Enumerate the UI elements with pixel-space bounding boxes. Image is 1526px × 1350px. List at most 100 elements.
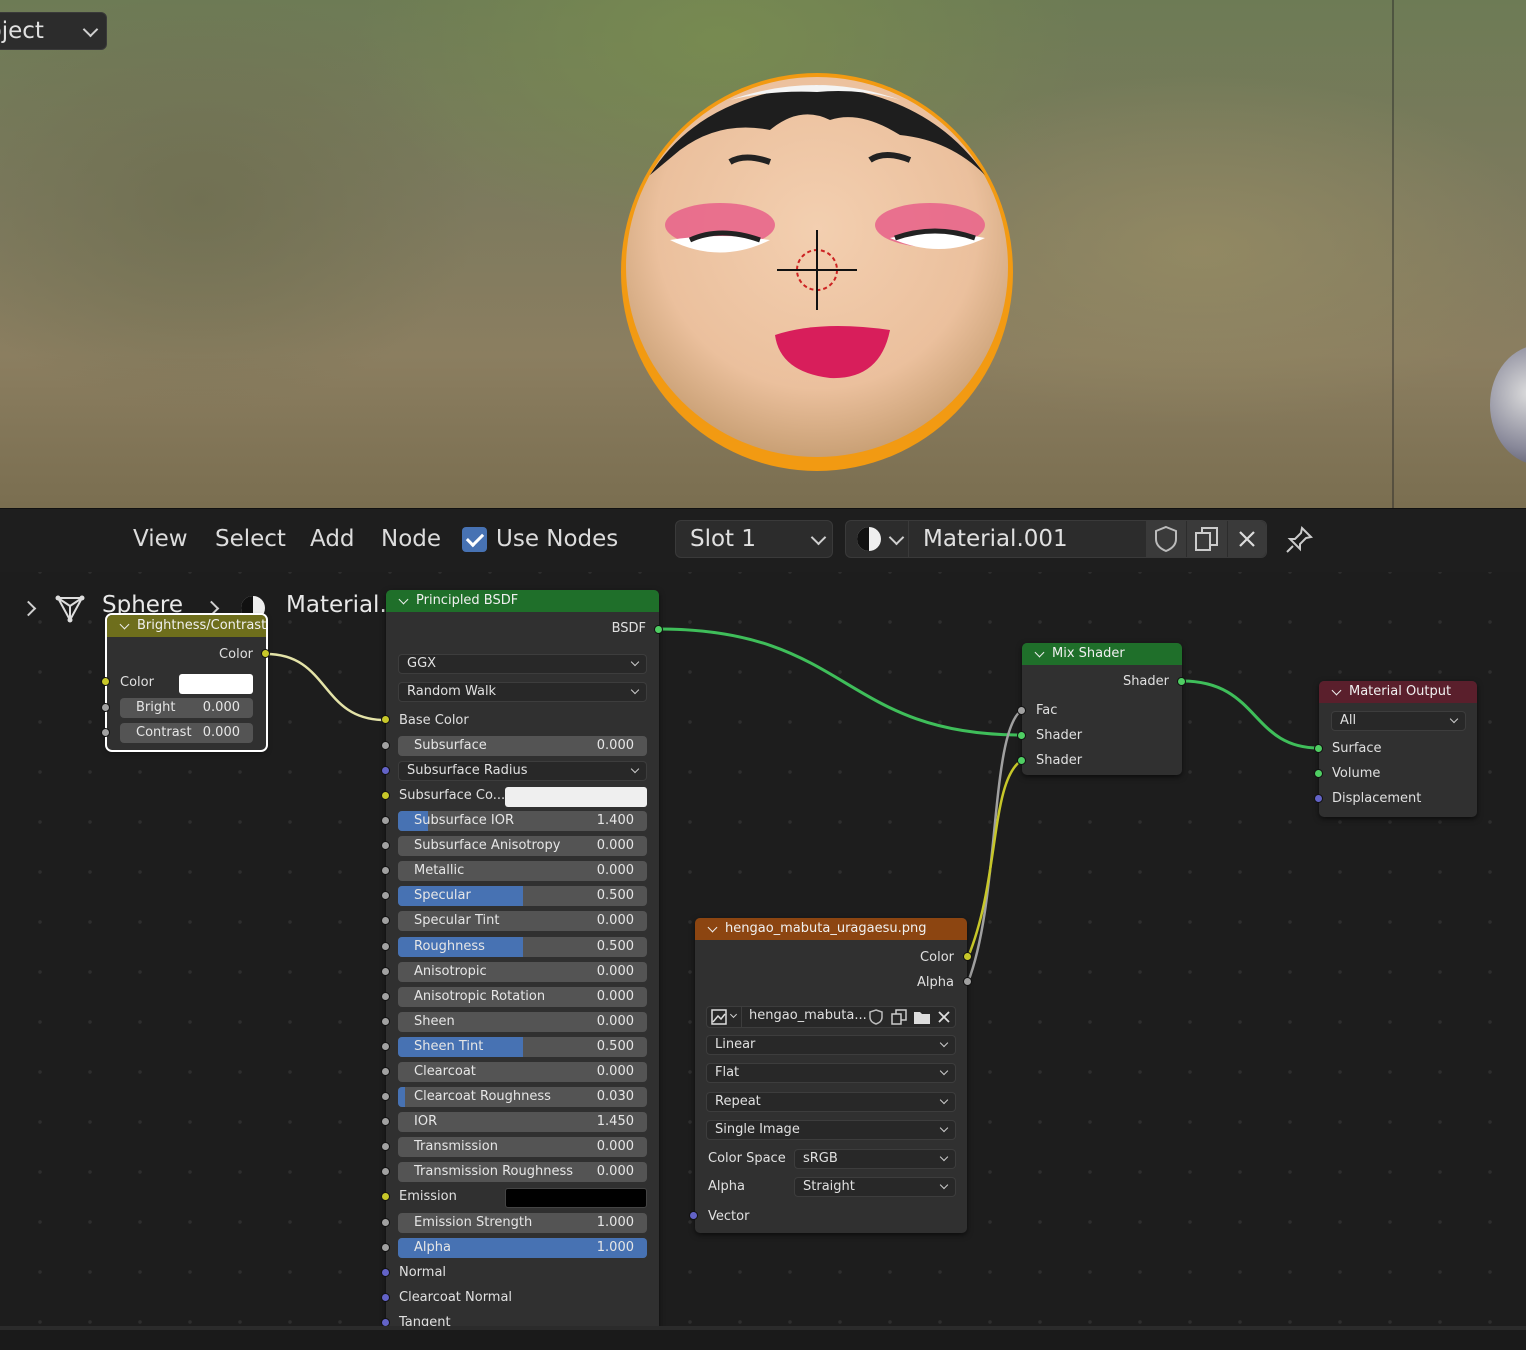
socket-input-fac[interactable] (1017, 706, 1026, 715)
field-roughness[interactable]: Roughness 0.500 (398, 937, 647, 957)
principled-input-socket[interactable] (381, 1243, 390, 1252)
projection-dropdown[interactable]: Flat (706, 1063, 956, 1083)
fake-user-button[interactable] (1146, 521, 1186, 557)
node-header[interactable]: Mix Shader (1022, 643, 1182, 665)
field-clearcoat-roughness[interactable]: Clearcoat Roughness 0.030 (398, 1087, 647, 1107)
sphere-object[interactable] (0, 0, 1526, 508)
close-icon[interactable] (936, 1009, 952, 1025)
3d-viewport[interactable] (0, 0, 1526, 508)
menu-node[interactable]: Node (381, 524, 441, 554)
principled-input-socket[interactable] (381, 992, 390, 1001)
field-sheen-tint[interactable]: Sheen Tint 0.500 (398, 1037, 647, 1057)
socket-output-bsdf[interactable] (654, 625, 663, 634)
socket-input-color[interactable] (101, 677, 110, 686)
principled-input-socket[interactable] (381, 841, 390, 850)
socket-output-alpha[interactable] (963, 977, 972, 986)
field-subsurface-ior[interactable]: Subsurface IOR 1.400 (398, 811, 647, 831)
subsurface-radius-dropdown[interactable]: Subsurface Radius (398, 761, 647, 781)
browse-image-button[interactable] (707, 1007, 742, 1027)
socket-output-shader[interactable] (1177, 677, 1186, 686)
node-header[interactable]: Principled BSDF (386, 590, 659, 612)
principled-input-socket[interactable] (381, 741, 390, 750)
material-output-node[interactable]: Material Output All Surface Volume Displ… (1319, 681, 1477, 817)
principled-input-socket[interactable] (381, 1142, 390, 1151)
collapse-icon[interactable] (398, 594, 409, 605)
mode-dropdown[interactable]: Object (0, 12, 107, 50)
collapse-icon[interactable] (119, 619, 130, 630)
principled-input-socket[interactable] (381, 766, 390, 775)
shield-icon[interactable] (867, 1008, 885, 1026)
menu-view[interactable]: View (133, 524, 188, 554)
source-dropdown[interactable]: Single Image (706, 1120, 956, 1140)
folder-icon[interactable] (913, 1008, 931, 1026)
field-clearcoat[interactable]: Clearcoat 0.000 (398, 1062, 647, 1082)
alpha-mode-dropdown[interactable]: Straight (794, 1177, 956, 1197)
socket-output-color[interactable] (963, 952, 972, 961)
principled-input-socket[interactable] (381, 1117, 390, 1126)
menu-select[interactable]: Select (215, 524, 286, 554)
principled-input-socket[interactable] (381, 1167, 390, 1176)
principled-input-socket[interactable] (381, 1218, 390, 1227)
collapse-icon[interactable] (1034, 647, 1045, 658)
principled-input-socket[interactable] (381, 1092, 390, 1101)
field-specular-tint[interactable]: Specular Tint 0.000 (398, 911, 647, 931)
principled-input-socket[interactable] (381, 715, 390, 724)
subsurface-method-dropdown[interactable]: Random Walk (398, 682, 647, 702)
principled-input-socket[interactable] (381, 1268, 390, 1277)
browse-material-button[interactable] (846, 521, 909, 557)
image-name-field[interactable]: hengao_mabuta... (749, 1008, 867, 1023)
socket-input-volume[interactable] (1314, 769, 1323, 778)
principled-input-socket[interactable] (381, 1067, 390, 1076)
target-dropdown[interactable]: All (1331, 711, 1466, 731)
image-texture-node[interactable]: hengao_mabuta_uragaesu.png Color Alpha h… (695, 918, 967, 1233)
field-subsurface[interactable]: Subsurface 0.000 (398, 736, 647, 756)
pin-icon[interactable] (1284, 525, 1314, 555)
principled-input-socket[interactable] (381, 942, 390, 951)
field-anisotropic[interactable]: Anisotropic 0.000 (398, 962, 647, 982)
principled-input-socket[interactable] (381, 791, 390, 800)
subsurface-color-swatch[interactable] (505, 787, 647, 807)
brightness-contrast-node[interactable]: Brightness/Contrast Color Color Bright 0.… (105, 613, 268, 752)
principled-input-socket[interactable] (381, 1042, 390, 1051)
field-sheen[interactable]: Sheen 0.000 (398, 1012, 647, 1032)
menu-add[interactable]: Add (310, 524, 355, 554)
field-subsurface-anisotropy[interactable]: Subsurface Anisotropy 0.000 (398, 836, 647, 856)
socket-input-vector[interactable] (689, 1211, 698, 1220)
node-header[interactable]: Brightness/Contrast (107, 615, 266, 637)
bright-field[interactable]: Bright 0.000 (120, 698, 253, 718)
socket-input-surface[interactable] (1314, 744, 1323, 753)
principled-input-socket[interactable] (381, 916, 390, 925)
principled-bsdf-node[interactable]: Principled BSDF BSDF GGX Random Walk Bas… (386, 590, 659, 1332)
principled-input-socket[interactable] (381, 866, 390, 875)
field-ior[interactable]: IOR 1.450 (398, 1112, 647, 1132)
socket-input-shader2[interactable] (1017, 756, 1026, 765)
color-swatch[interactable] (179, 674, 253, 694)
collapse-icon[interactable] (707, 922, 718, 933)
emission-color-swatch[interactable] (505, 1188, 647, 1208)
use-nodes-checkbox[interactable] (462, 527, 487, 552)
principled-input-socket[interactable] (381, 1293, 390, 1302)
color-space-dropdown[interactable]: sRGB (794, 1149, 956, 1169)
principled-input-socket[interactable] (381, 1017, 390, 1026)
node-header[interactable]: Material Output (1319, 681, 1477, 703)
field-specular[interactable]: Specular 0.500 (398, 886, 647, 906)
use-nodes-label[interactable]: Use Nodes (496, 524, 618, 554)
socket-input-displacement[interactable] (1314, 794, 1323, 803)
field-metallic[interactable]: Metallic 0.000 (398, 861, 647, 881)
socket-output-color[interactable] (261, 649, 270, 658)
unlink-material-button[interactable] (1228, 521, 1266, 557)
node-header[interactable]: hengao_mabuta_uragaesu.png (695, 918, 967, 940)
principled-input-socket[interactable] (381, 816, 390, 825)
field-emission-strength[interactable]: Emission Strength 1.000 (398, 1213, 647, 1233)
socket-input-shader1[interactable] (1017, 731, 1026, 740)
principled-input-socket[interactable] (381, 1192, 390, 1201)
interpolation-dropdown[interactable]: Linear (706, 1035, 956, 1055)
field-alpha[interactable]: Alpha 1.000 (398, 1238, 647, 1258)
principled-input-socket[interactable] (381, 967, 390, 976)
extension-dropdown[interactable]: Repeat (706, 1092, 956, 1112)
material-name-field[interactable]: Material.001 (923, 521, 1068, 557)
field-transmission[interactable]: Transmission 0.000 (398, 1137, 647, 1157)
socket-input-bright[interactable] (101, 703, 110, 712)
field-transmission-roughness[interactable]: Transmission Roughness 0.000 (398, 1162, 647, 1182)
duplicate-icon[interactable] (890, 1008, 908, 1026)
